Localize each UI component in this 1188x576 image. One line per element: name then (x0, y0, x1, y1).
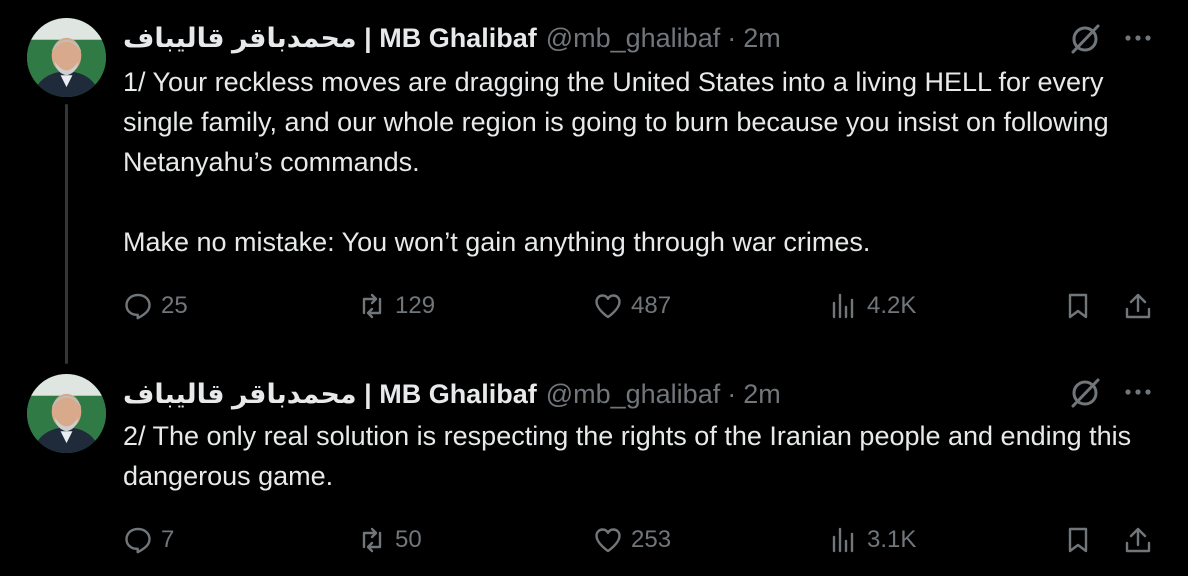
tweet-2[interactable]: محمدباقر قالیباف | MB Ghalibaf @mb_ghali… (0, 360, 1188, 576)
share-icon (1125, 293, 1151, 319)
like-icon (595, 294, 621, 319)
tweet-actions: 7 50 253 3.1K (123, 520, 1163, 560)
author-handle[interactable]: @mb_ghalibaf (546, 23, 721, 54)
reply-count: 25 (161, 292, 188, 319)
separator-dot: · (727, 22, 737, 53)
more-options-icon[interactable] (1122, 22, 1154, 54)
separator-dot: · (727, 378, 737, 409)
avatar[interactable] (27, 374, 106, 453)
repost-icon (362, 293, 382, 319)
reply-count: 7 (161, 526, 175, 553)
tweet-paragraph: 2/ The only real solution is respecting … (123, 421, 1132, 491)
timestamp[interactable]: 2m (743, 23, 781, 54)
grok-icon[interactable] (1068, 376, 1102, 410)
tweet-text: 1/ Your reckless moves are dragging the … (123, 62, 1168, 262)
views-count: 3.1K (867, 526, 917, 553)
author-name[interactable]: محمدباقر قالیباف | MB Ghalibaf (123, 23, 537, 54)
reply-icon (125, 293, 151, 320)
bookmark-icon (1068, 293, 1088, 319)
like-count: 253 (631, 526, 672, 553)
share-button[interactable] (1123, 520, 1153, 560)
avatar[interactable] (27, 18, 106, 97)
views-count: 4.2K (867, 292, 917, 319)
tweet-header: محمدباقر قالیباف | MB Ghalibaf @mb_ghali… (123, 18, 781, 58)
like-button[interactable]: 487 (593, 286, 671, 326)
author-name[interactable]: محمدباقر قالیباف | MB Ghalibaf (123, 379, 537, 410)
reply-button[interactable]: 7 (123, 520, 174, 560)
repost-count: 50 (395, 526, 422, 553)
like-button[interactable]: 253 (593, 520, 671, 560)
tweet-header: محمدباقر قالیباف | MB Ghalibaf @mb_ghali… (123, 374, 781, 414)
tweet-paragraph: 1/ Your reckless moves are dragging the … (123, 67, 1109, 177)
share-button[interactable] (1123, 286, 1153, 326)
views-button[interactable]: 4.2K (829, 286, 916, 326)
tweet-actions: 25 129 487 4.2K (123, 286, 1163, 326)
bookmark-button[interactable] (1063, 520, 1093, 560)
views-button[interactable]: 3.1K (829, 520, 916, 560)
reply-button[interactable]: 25 (123, 286, 188, 326)
timestamp[interactable]: 2m (743, 379, 781, 410)
author-handle[interactable]: @mb_ghalibaf (546, 379, 721, 410)
views-icon (832, 527, 854, 553)
tweet-paragraph: Make no mistake: You won’t gain anything… (123, 227, 871, 257)
tweet-1[interactable]: محمدباقر قالیباف | MB Ghalibaf @mb_ghali… (0, 0, 1188, 360)
like-icon (595, 528, 621, 553)
repost-count: 129 (395, 292, 436, 319)
bookmark-icon (1068, 527, 1088, 553)
more-options-icon[interactable] (1122, 376, 1154, 408)
tweet-text: 2/ The only real solution is respecting … (123, 416, 1168, 496)
repost-icon (362, 527, 382, 553)
views-icon (832, 293, 854, 319)
bookmark-button[interactable] (1063, 286, 1093, 326)
share-icon (1125, 527, 1151, 553)
grok-icon[interactable] (1068, 22, 1102, 56)
like-count: 487 (631, 292, 672, 319)
repost-button[interactable]: 50 (357, 520, 422, 560)
reply-icon (125, 527, 151, 554)
repost-button[interactable]: 129 (357, 286, 435, 326)
